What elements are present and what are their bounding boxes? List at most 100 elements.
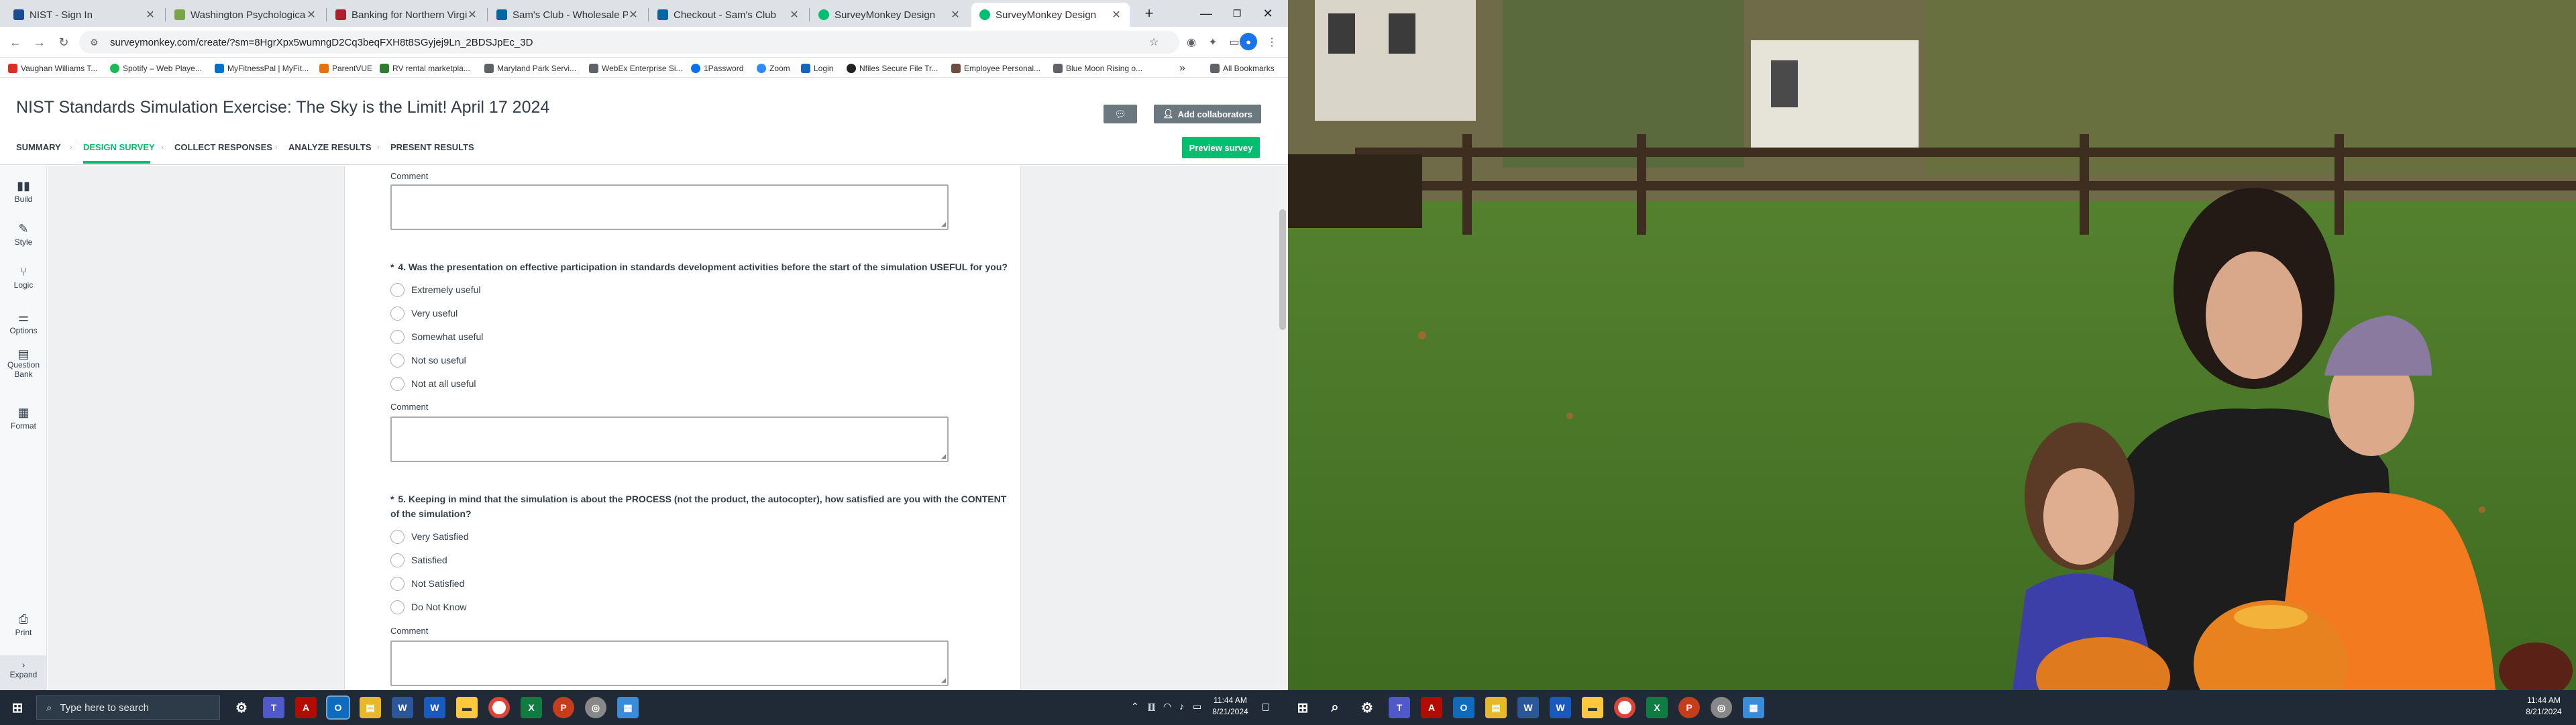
- bookmark-item[interactable]: Nfiles Secure File Tr...: [847, 62, 938, 75]
- bookmark-item[interactable]: 1Password: [691, 62, 743, 75]
- q4-option[interactable]: Very useful: [390, 306, 458, 321]
- tab-close-icon[interactable]: ✕: [1111, 8, 1122, 21]
- all-bookmarks-button[interactable]: All Bookmarks: [1210, 62, 1275, 75]
- bookmark-item[interactable]: ParentVUE: [319, 62, 372, 75]
- file-explorer-icon[interactable]: ▤: [1485, 697, 1507, 718]
- q5-option[interactable]: Satisfied: [390, 553, 447, 567]
- tab-collect-responses[interactable]: COLLECT RESPONSES: [174, 142, 272, 152]
- tab-surveymonkey-1[interactable]: SurveyMonkey Design ✕: [810, 3, 969, 27]
- bookmark-item[interactable]: WebEx Enterprise Si...: [589, 62, 683, 75]
- tab-close-icon[interactable]: ✕: [789, 8, 800, 21]
- tab-sams-checkout[interactable]: Checkout - Sam's Club ✕: [649, 3, 808, 27]
- q4-option[interactable]: Not so useful: [390, 353, 466, 368]
- rail-options[interactable]: ⚌ Options: [0, 311, 47, 335]
- windows-start-icon[interactable]: ⊞: [1292, 697, 1313, 718]
- site-info-icon[interactable]: ⚙: [90, 37, 102, 48]
- rail-logic[interactable]: ⑂ Logic: [0, 265, 47, 290]
- tab-close-icon[interactable]: ✕: [145, 8, 156, 21]
- outlook-icon[interactable]: O: [326, 695, 350, 720]
- menu-kebab-icon[interactable]: ⋮: [1264, 34, 1280, 50]
- comment-textarea-q5[interactable]: ◢: [390, 640, 949, 686]
- settings-gear-icon[interactable]: ⚙: [231, 697, 252, 718]
- restore-icon[interactable]: ❐: [1222, 0, 1252, 27]
- excel-icon[interactable]: X: [1646, 697, 1668, 718]
- q5-option[interactable]: Very Satisfied: [390, 529, 469, 544]
- chrome-icon[interactable]: [488, 697, 510, 718]
- tab-close-icon[interactable]: ✕: [628, 8, 639, 21]
- tab-summary[interactable]: SUMMARY: [16, 142, 61, 152]
- add-collaborators-button[interactable]: 👤︎ Add collaborators: [1154, 105, 1261, 123]
- bookmark-item[interactable]: Spotify – Web Playe...: [110, 62, 202, 75]
- taskbar-clock[interactable]: 11:44 AM 8/21/2024: [1203, 695, 1257, 718]
- word-icon[interactable]: W: [1550, 697, 1571, 718]
- rail-question-bank[interactable]: ▤ Question Bank: [0, 348, 47, 379]
- outlook-icon[interactable]: O: [1453, 697, 1474, 718]
- back-icon[interactable]: ←: [5, 32, 25, 52]
- tab-nist[interactable]: NIST - Sign In ✕: [5, 3, 164, 27]
- extensions-puzzle-icon[interactable]: ✦: [1205, 34, 1221, 50]
- rail-format[interactable]: ▦ Format: [0, 406, 47, 431]
- scrollbar-thumb[interactable]: [1279, 209, 1286, 330]
- rail-build[interactable]: ▮▮ Build: [0, 179, 47, 204]
- battery-icon[interactable]: ▭: [1193, 701, 1201, 712]
- tab-surveymonkey-active[interactable]: SurveyMonkey Design ✕: [971, 3, 1130, 27]
- bookmark-item[interactable]: Employee Personal...: [951, 62, 1040, 75]
- bookmark-item[interactable]: Vaughan Williams T...: [8, 62, 97, 75]
- extension-icon[interactable]: ◉: [1183, 34, 1199, 50]
- acrobat-icon[interactable]: A: [295, 697, 317, 718]
- minimize-icon[interactable]: —: [1191, 0, 1222, 27]
- q4-option[interactable]: Extremely useful: [390, 282, 480, 297]
- bookmark-star-icon[interactable]: ☆: [1146, 34, 1162, 50]
- radio-button[interactable]: [390, 600, 405, 614]
- radio-button[interactable]: [390, 306, 405, 321]
- folder-icon[interactable]: ▬: [1582, 697, 1603, 718]
- q5-option[interactable]: Not Satisfied: [390, 576, 464, 591]
- q4-option[interactable]: Somewhat useful: [390, 329, 483, 344]
- settings-gear-icon[interactable]: ⚙: [1356, 697, 1378, 718]
- tab-washington-psych[interactable]: Washington Psychological Wel ✕: [166, 3, 325, 27]
- comment-textarea-q4[interactable]: ◢: [390, 416, 949, 462]
- comments-button[interactable]: 💬︎: [1104, 105, 1137, 123]
- teams-icon[interactable]: T: [263, 697, 284, 718]
- address-bar[interactable]: ⚙ surveymonkey.com/create/?sm=8HgrXpx5wu…: [79, 31, 1179, 54]
- reload-icon[interactable]: ↻: [54, 32, 74, 52]
- folder-icon[interactable]: ▬: [456, 697, 478, 718]
- close-window-icon[interactable]: ✕: [1252, 0, 1283, 27]
- excel-icon[interactable]: X: [521, 697, 542, 718]
- radio-button[interactable]: [390, 376, 405, 391]
- network-icon[interactable]: ▥: [1147, 701, 1156, 712]
- forward-icon[interactable]: →: [30, 32, 50, 52]
- bookmark-item[interactable]: MyFitnessPal | MyFit...: [215, 62, 309, 75]
- wifi-icon[interactable]: ◠: [1163, 701, 1171, 712]
- search-icon[interactable]: ⌕: [1324, 697, 1346, 718]
- bookmark-item[interactable]: Zoom: [757, 62, 790, 75]
- tab-close-icon[interactable]: ✕: [467, 8, 478, 21]
- word-icon[interactable]: W: [1517, 697, 1539, 718]
- radio-button[interactable]: [390, 553, 405, 567]
- tab-close-icon[interactable]: ✕: [306, 8, 317, 21]
- notepad-icon[interactable]: ▦: [1743, 697, 1764, 718]
- profile-avatar-icon[interactable]: ●: [1240, 33, 1257, 50]
- q4-option[interactable]: Not at all useful: [390, 376, 476, 391]
- app-icon[interactable]: ◎: [585, 697, 606, 718]
- preview-survey-button[interactable]: Preview survey: [1182, 137, 1260, 158]
- rail-print[interactable]: ⎙ Print: [0, 612, 47, 637]
- notepad-icon[interactable]: ▦: [617, 697, 639, 718]
- app-icon[interactable]: ◎: [1711, 697, 1732, 718]
- tab-close-icon[interactable]: ✕: [950, 8, 961, 21]
- file-explorer-icon[interactable]: ▤: [360, 697, 381, 718]
- chevron-up-icon[interactable]: ⌃: [1131, 701, 1139, 712]
- radio-button[interactable]: [390, 329, 405, 344]
- word-icon[interactable]: W: [392, 697, 413, 718]
- more-bookmarks-button[interactable]: »: [1179, 62, 1185, 75]
- windows-start-icon[interactable]: ⊞: [7, 697, 28, 718]
- radio-button[interactable]: [390, 529, 405, 544]
- tab-analyze-results[interactable]: ANALYZE RESULTS: [288, 142, 372, 152]
- comment-textarea-q3[interactable]: ◢: [390, 184, 949, 230]
- bookmark-item[interactable]: RV rental marketpla...: [380, 62, 470, 75]
- bookmark-item[interactable]: Login: [801, 62, 833, 75]
- powerpoint-icon[interactable]: P: [1678, 697, 1700, 718]
- bookmark-item[interactable]: Blue Moon Rising o...: [1053, 62, 1142, 75]
- radio-button[interactable]: [390, 353, 405, 368]
- chrome-icon[interactable]: [1614, 697, 1635, 718]
